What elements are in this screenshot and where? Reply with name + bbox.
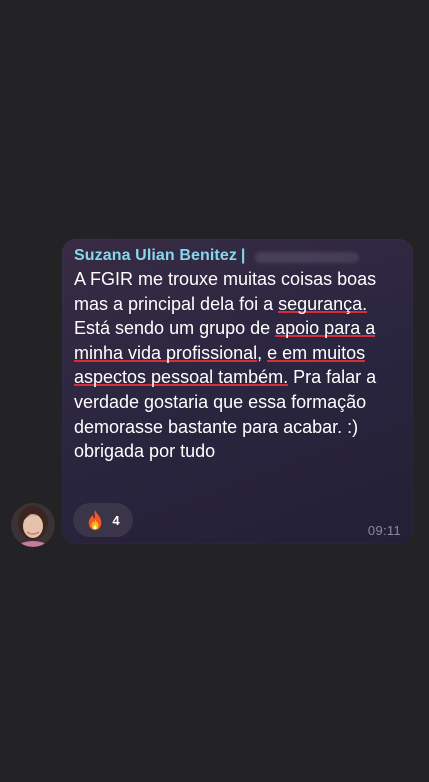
message-bubble[interactable]: Suzana Ulian Benitez | A FGIR me trouxe … (62, 239, 413, 544)
underlined-text: segurança. (278, 293, 368, 314)
message-text-part: Está sendo um grupo de (74, 318, 276, 339)
reaction-button[interactable]: 4 (73, 503, 133, 537)
message-timestamp: 09:11 (367, 523, 401, 538)
message-text: A FGIR me trouxe muitas coisas boas mas … (74, 267, 404, 464)
chat-screen: Suzana Ulian Benitez | A FGIR me trouxe … (0, 0, 429, 782)
avatar-photo (11, 503, 55, 547)
reaction-count: 4 (112, 512, 120, 528)
avatar[interactable] (11, 503, 55, 547)
fire-icon (89, 510, 102, 530)
sender-name[interactable]: Suzana Ulian Benitez (74, 247, 237, 265)
sender-row: Suzana Ulian Benitez | (74, 246, 360, 266)
sender-separator: | (240, 247, 246, 264)
message-text-part: , (257, 342, 268, 363)
redacted-text (255, 251, 360, 263)
